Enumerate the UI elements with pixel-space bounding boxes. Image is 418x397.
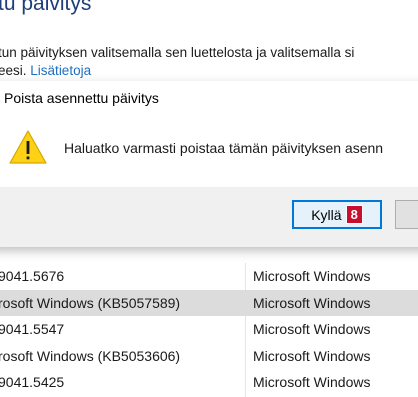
description-line-1: tun päivityksen valitsemalla sen luettel… bbox=[0, 45, 355, 60]
dialog-footer: Kyllä 8 bbox=[0, 187, 418, 247]
yes-button-label: Kyllä bbox=[311, 206, 342, 223]
page-description: tun päivityksen valitsemalla sen luettel… bbox=[0, 44, 354, 80]
update-program: Microsoft Windows bbox=[253, 347, 371, 364]
update-program: Microsoft Windows bbox=[253, 374, 371, 390]
step-badge: 8 bbox=[345, 205, 363, 224]
dialog-title: Poista asennettu päivitys bbox=[4, 90, 159, 106]
update-name: 9041.5676 bbox=[0, 268, 65, 284]
update-row[interactable]: rosoft Windows (KB5053606) Microsoft Win… bbox=[0, 343, 418, 370]
update-name: 9041.5547 bbox=[0, 321, 65, 337]
update-row[interactable]: 9041.5676 Microsoft Windows bbox=[0, 263, 418, 290]
page-title: tu päivitys bbox=[0, 0, 92, 15]
dialog-titlebar[interactable]: Poista asennettu päivitys bbox=[0, 81, 418, 115]
update-name: 9041.5425 bbox=[0, 374, 65, 390]
update-name: rosoft Windows (KB5053606) bbox=[0, 347, 181, 364]
update-row[interactable]: 9041.5547 Microsoft Windows bbox=[0, 316, 418, 343]
updates-list[interactable]: 9041.5676 Microsoft Windows rosoft Windo… bbox=[0, 263, 418, 396]
learn-more-link[interactable]: Lisätietoja bbox=[30, 63, 91, 78]
update-row[interactable]: 9041.5425 Microsoft Windows bbox=[0, 369, 418, 396]
update-program: Microsoft Windows bbox=[253, 294, 371, 311]
dialog-message: Haluatko varmasti poistaa tämän päivityk… bbox=[64, 140, 384, 156]
update-row-selected[interactable]: rosoft Windows (KB5057589) Microsoft Win… bbox=[0, 289, 418, 316]
dialog-body: Haluatko varmasti poistaa tämän päivityk… bbox=[0, 115, 418, 187]
update-program: Microsoft Windows bbox=[253, 268, 371, 284]
description-line-2-text: eesi. bbox=[0, 63, 27, 78]
update-program: Microsoft Windows bbox=[253, 321, 371, 337]
yes-button[interactable]: Kyllä 8 bbox=[292, 200, 382, 229]
update-name: rosoft Windows (KB5057589) bbox=[0, 294, 181, 311]
description-line-2: eesi. Lisätietoja bbox=[0, 62, 354, 80]
uninstall-update-dialog: Poista asennettu päivitys Haluatko varma… bbox=[0, 81, 418, 247]
no-button[interactable] bbox=[395, 200, 418, 229]
warning-icon bbox=[9, 130, 47, 164]
